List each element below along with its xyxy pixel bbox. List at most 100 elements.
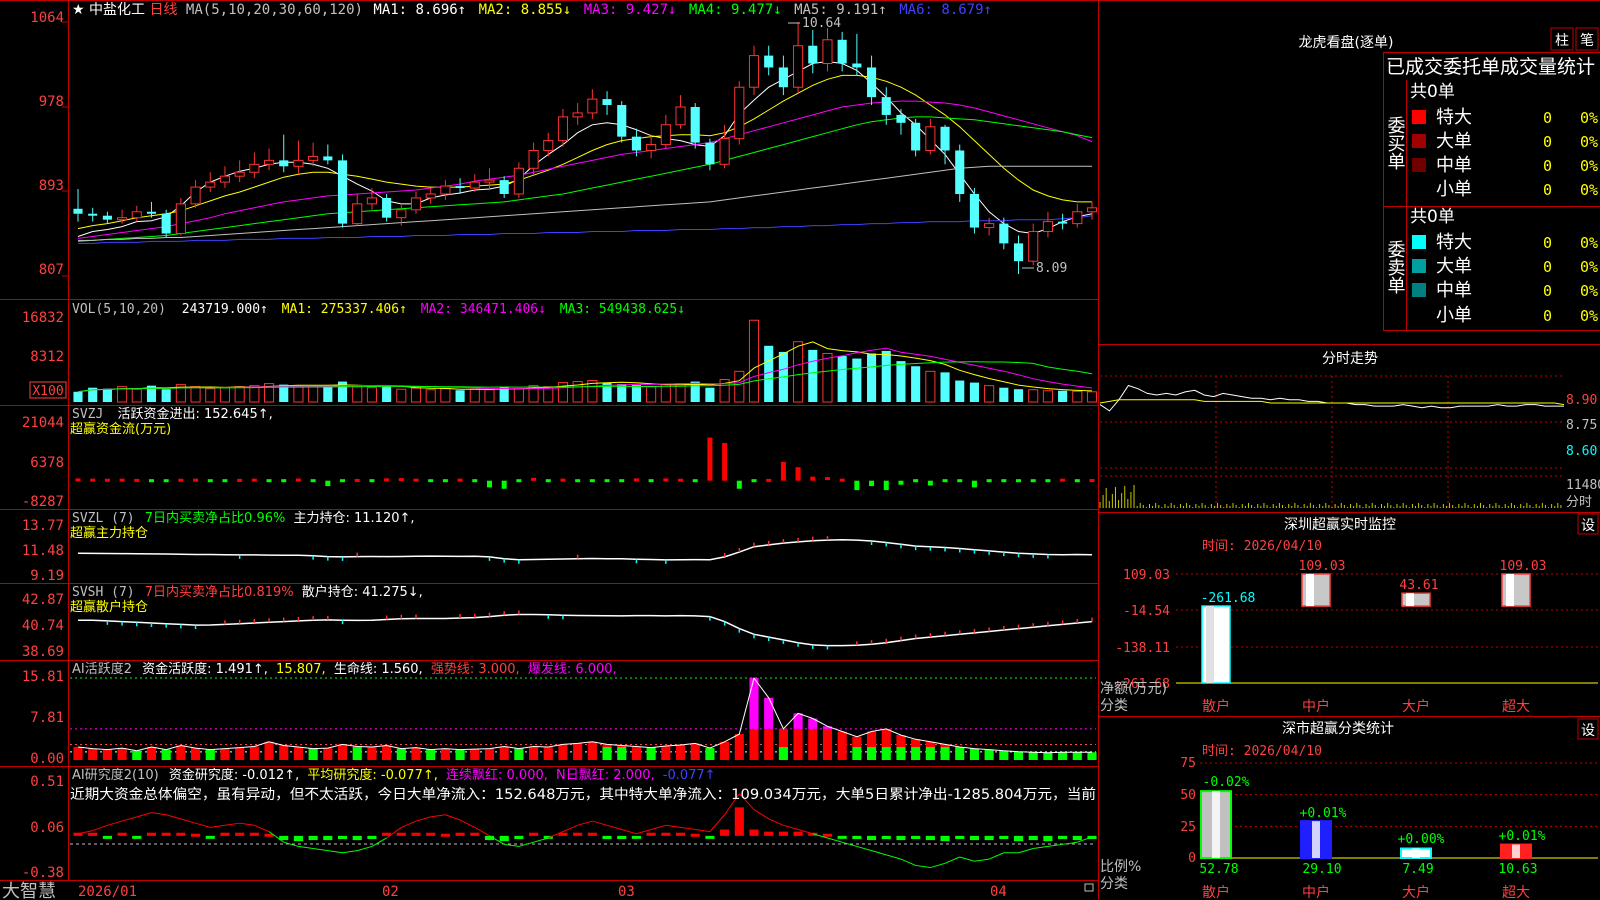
chart-canvas[interactable]: 1064 978 893 807 16832 8312 21044 6378 -… — [0, 0, 1600, 900]
volume-bar — [440, 388, 451, 403]
classify-settings-label: 设 — [1581, 723, 1595, 739]
sell-row-label: 小单 — [1436, 305, 1472, 326]
classify-tick: 50 — [1180, 788, 1196, 803]
volume-bar — [513, 388, 524, 403]
ai-active-label: AI活跃度2 — [72, 661, 132, 677]
monitor-tick: 109.03 — [1123, 568, 1170, 583]
candle-body — [617, 105, 627, 137]
candle-body — [88, 213, 98, 216]
ai-research-line-seg — [254, 824, 270, 833]
svzj-bar — [237, 478, 243, 482]
buy-row-pct: 0% — [1580, 133, 1598, 151]
svzj-bar — [163, 479, 169, 483]
candle-body — [867, 67, 877, 98]
ai-active-bar — [911, 747, 921, 760]
svzj-tick: 6378 — [30, 455, 64, 471]
ma-line-ma4 — [77, 116, 1093, 242]
classify-change: +0.01% — [1499, 829, 1546, 844]
candle-body — [513, 167, 524, 195]
tick-mode-label: 笔 — [1580, 33, 1594, 49]
brand-logo-text: 大智慧 — [2, 881, 56, 900]
vol-label: VOL(5,10,20) — [72, 302, 166, 317]
ai-research-text: 近期大资金总体偏空，虽有异动，但不太活跃，今日大单净流入：152.648万元，其… — [70, 786, 1096, 803]
intraday-axis: 8.90 8.75 8.60 11480 分时 — [1566, 393, 1600, 510]
ai-research-line-seg — [298, 845, 314, 850]
volume-bar — [1086, 391, 1098, 403]
volume-bar — [808, 349, 818, 402]
classify-cat-label: 分类 — [1100, 876, 1128, 892]
ai-research-bar — [293, 835, 303, 842]
buy-row-pct: 0% — [1580, 157, 1598, 175]
svzj-bar — [222, 479, 228, 483]
ai-research-bar — [720, 829, 730, 836]
svzj-bar — [193, 478, 199, 482]
ai-active-bar — [646, 747, 656, 760]
svsh-label: SVSH (7) — [72, 585, 135, 600]
ai-research-bar — [587, 832, 597, 836]
sell-row-count: 0 — [1543, 258, 1552, 276]
ai-active-bar — [984, 749, 994, 760]
buy-row-label: 特大 — [1436, 107, 1472, 128]
candle-body — [1028, 231, 1039, 262]
ai-active-bar-top — [793, 713, 803, 729]
ai-active-bar — [661, 747, 671, 760]
ai-active-bar — [617, 747, 627, 760]
svzj-sub: 超赢资金流(万元) — [70, 421, 171, 437]
ai-research-line-seg — [959, 856, 975, 862]
price-tick: 893 — [39, 178, 64, 194]
ai-active-bar — [382, 747, 392, 760]
classify-values: 52.78 29.10 7.49 10.63 — [1199, 862, 1537, 877]
vol-value: 243719.000↑ — [182, 302, 268, 317]
ai-research-bar — [881, 835, 891, 840]
candle-body — [366, 197, 377, 205]
buy-row-count: 0 — [1543, 157, 1552, 175]
ai-research-bar — [896, 835, 906, 841]
ai-active-bar — [293, 747, 303, 760]
ai-research-line-seg — [606, 824, 622, 831]
lock-icon[interactable] — [1084, 883, 1094, 892]
ai-active-bar — [587, 747, 597, 760]
ai-research-bar — [161, 832, 171, 836]
svzj-bar — [913, 479, 919, 483]
candle-body — [852, 63, 862, 68]
buy-row-label: 中单 — [1436, 155, 1472, 176]
ai-research-line-seg — [92, 824, 108, 832]
svzj-bar — [1060, 478, 1066, 482]
svzj-bar — [795, 467, 801, 481]
candle-body — [279, 160, 289, 167]
vol-header: VOL(5,10,20) 243719.000↑ MA1: 275337.406… — [72, 302, 685, 317]
ai-active-line — [77, 676, 1093, 754]
dragon-title: 龙虎看盘(逐单) — [1299, 34, 1394, 51]
monitor-category: 中户 — [1302, 698, 1330, 715]
bar-mode-label: 柱 — [1555, 33, 1569, 49]
candle-body — [308, 155, 319, 161]
candle-body — [175, 203, 186, 235]
classify-tick: 75 — [1180, 756, 1196, 771]
ai-research-bar — [778, 831, 788, 836]
volume-bar — [323, 386, 333, 402]
ai-active-bar — [1087, 752, 1097, 760]
ai-active-bar — [279, 747, 289, 760]
ai-active-bar — [705, 748, 715, 760]
ai-active-bar — [367, 747, 377, 760]
candle-body — [557, 116, 569, 142]
volume-bar — [219, 387, 231, 403]
ai-active-bar — [822, 747, 833, 760]
ai-research-line-seg — [650, 824, 666, 831]
sell-mid-swatch — [1412, 283, 1426, 297]
monitor-values: -261.68 109.03 43.61 109.03 — [1201, 559, 1547, 606]
svzj-bar — [1016, 479, 1022, 483]
svzj-bar — [780, 461, 786, 481]
volume-ma-line — [77, 347, 1093, 393]
ai-research-line-seg — [430, 814, 446, 818]
monitor-tick: -14.54 — [1123, 604, 1170, 619]
ai-research-bar — [969, 835, 979, 841]
svzj-tick: 21044 — [22, 415, 64, 431]
monitor-value: -261.68 — [1201, 591, 1256, 606]
svzj-bar — [75, 478, 81, 482]
monitor-categories: 散户 中户 大户 超大 — [1202, 698, 1530, 715]
svzj-bar — [178, 478, 184, 482]
volume-bar — [734, 370, 745, 403]
ai-active-bar — [734, 747, 744, 760]
svzj-bar — [398, 478, 404, 482]
